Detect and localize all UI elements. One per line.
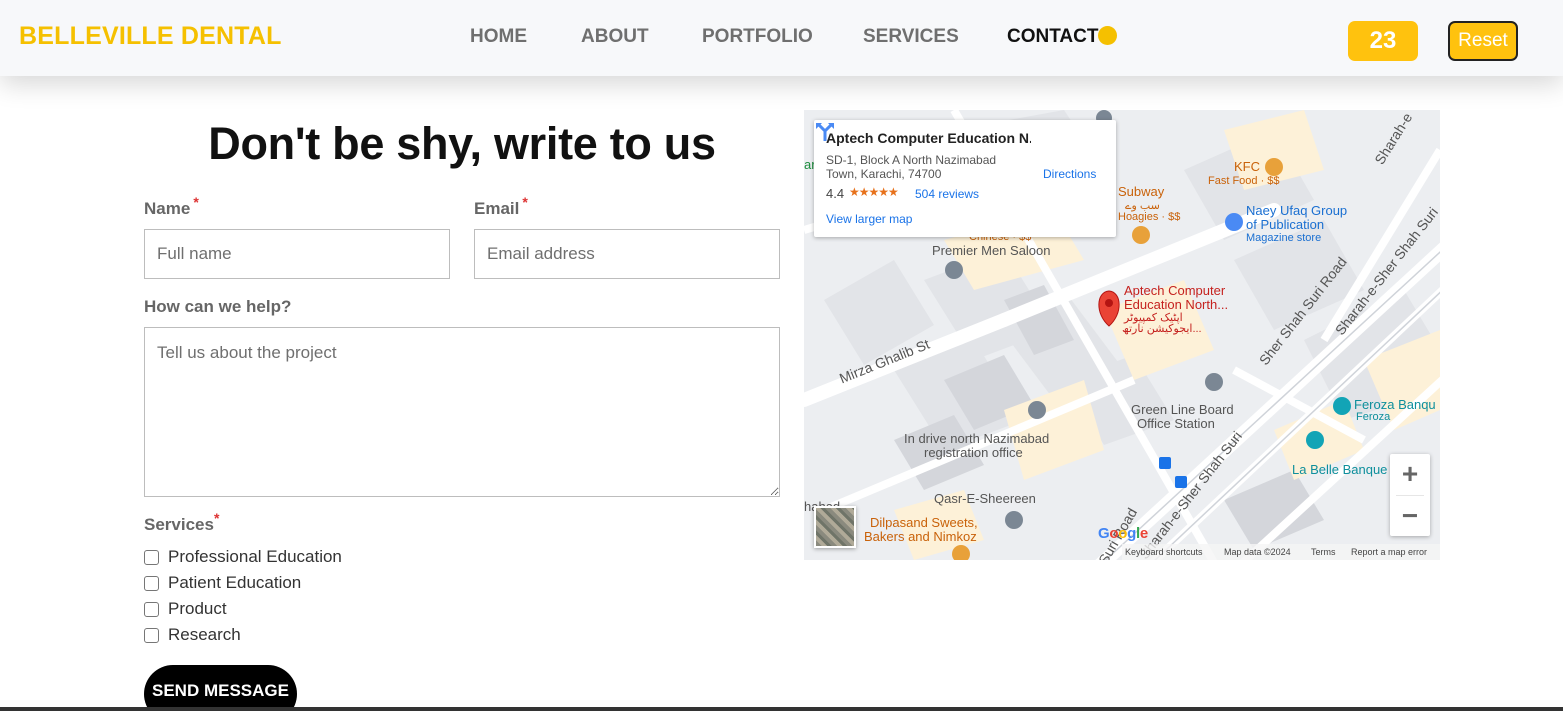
map-label-green-line[interactable]: Green Line Board [1131, 403, 1234, 417]
view-larger-map-link[interactable]: View larger map [826, 212, 912, 226]
directions-link[interactable]: Directions [1043, 167, 1096, 181]
brand-logo[interactable]: BELLEVILLE DENTAL [19, 22, 282, 51]
nav-portfolio[interactable]: PORTFOLIO [702, 26, 813, 48]
services-label: Services* [144, 510, 220, 534]
zoom-controls: + − [1390, 454, 1430, 536]
footer-edge [0, 707, 1563, 711]
counter-badge: 23 [1348, 21, 1418, 61]
form-title: Don't be shy, write to us [208, 118, 716, 169]
site-header: BELLEVILLE DENTAL HOME ABOUT PORTFOLIO S… [0, 0, 1563, 76]
checkbox[interactable] [144, 627, 159, 643]
checkbox[interactable] [144, 549, 159, 565]
map-label: Office Station [1137, 416, 1215, 431]
map-label-kfc[interactable]: KFC [1234, 160, 1260, 174]
send-message-button[interactable]: SEND MESSAGE [144, 665, 297, 711]
map-label-dilpasand[interactable]: Dilpasand Sweets, [870, 516, 978, 530]
keyboard-shortcuts-link[interactable]: Keyboard shortcuts [1125, 547, 1203, 557]
map-pin-label: ایجوکیشن نارتھ... [1122, 323, 1202, 335]
place-address: SD-1, Block A North Nazimabad Town, Kara… [826, 153, 997, 181]
star-rating-icon: ★★★★★ [849, 185, 899, 199]
map-label: Fast Food · $$ [1208, 175, 1280, 187]
email-label: Email * [474, 194, 528, 218]
nav-contact[interactable]: CONTACT [1007, 26, 1098, 48]
map-label: Hoagies · $$ [1118, 211, 1181, 223]
email-input[interactable] [474, 229, 780, 279]
required-mark: * [213, 510, 220, 526]
map-label-la-belle[interactable]: La Belle Banque [1292, 463, 1387, 477]
nav-home[interactable]: HOME [470, 26, 527, 48]
service-option[interactable]: Product [144, 599, 227, 619]
map-info-card: Aptech Computer Education N... SD-1, Blo… [814, 120, 1116, 237]
map-pin-label[interactable]: Aptech Computer [1124, 284, 1225, 298]
reset-button[interactable]: Reset [1448, 21, 1518, 61]
satellite-layer-toggle[interactable] [814, 506, 856, 548]
map-label: Magazine store [1246, 232, 1322, 244]
map-label: of Publication [1246, 217, 1325, 232]
google-map[interactable]: ar KFC Fast Food · $$ Subway سب وے Hoagi… [804, 110, 1440, 560]
nav-services[interactable]: SERVICES [863, 26, 959, 48]
service-option[interactable]: Professional Education [144, 547, 342, 567]
message-textarea[interactable] [144, 327, 780, 497]
map-label-indrive[interactable]: In drive north Nazimabad [904, 432, 1049, 446]
checkbox[interactable] [144, 575, 159, 591]
map-pin-label: Education North... [1124, 297, 1229, 312]
map-label: Bakers and Nimkoz [864, 529, 977, 544]
zoom-out-button[interactable]: − [1390, 496, 1430, 536]
service-option[interactable]: Patient Education [144, 573, 301, 593]
map-label: registration office [924, 445, 1023, 460]
map-label-subway[interactable]: Subway [1118, 185, 1164, 199]
reviews-link[interactable]: 504 reviews [915, 187, 979, 201]
place-name: Aptech Computer Education N... [826, 130, 1031, 146]
zoom-in-button[interactable]: + [1390, 454, 1430, 494]
place-rating: 4.4 [826, 186, 845, 201]
map-label-premier-men-saloon[interactable]: Premier Men Saloon [932, 244, 1051, 258]
checkbox[interactable] [144, 601, 159, 617]
map-label-naey-ufaq[interactable]: Naey Ufaq Group [1246, 204, 1347, 218]
active-indicator-dot [1098, 26, 1117, 45]
service-option[interactable]: Research [144, 625, 241, 645]
map-label: Feroza [1356, 411, 1391, 423]
name-label: Name * [144, 194, 199, 218]
help-label: How can we help? [144, 297, 292, 316]
map-data-label: Map data ©2024 [1224, 547, 1291, 557]
required-mark: * [522, 194, 528, 210]
report-error-link[interactable]: Report a map error [1351, 547, 1427, 557]
directions-icon[interactable] [814, 120, 836, 142]
google-logo: Google [1098, 525, 1148, 542]
name-input[interactable] [144, 229, 450, 279]
required-mark: * [193, 194, 199, 210]
nav-about[interactable]: ABOUT [581, 26, 649, 48]
terms-link[interactable]: Terms [1311, 547, 1336, 557]
map-label-qasr[interactable]: Qasr-E-Sheereen [934, 492, 1036, 506]
